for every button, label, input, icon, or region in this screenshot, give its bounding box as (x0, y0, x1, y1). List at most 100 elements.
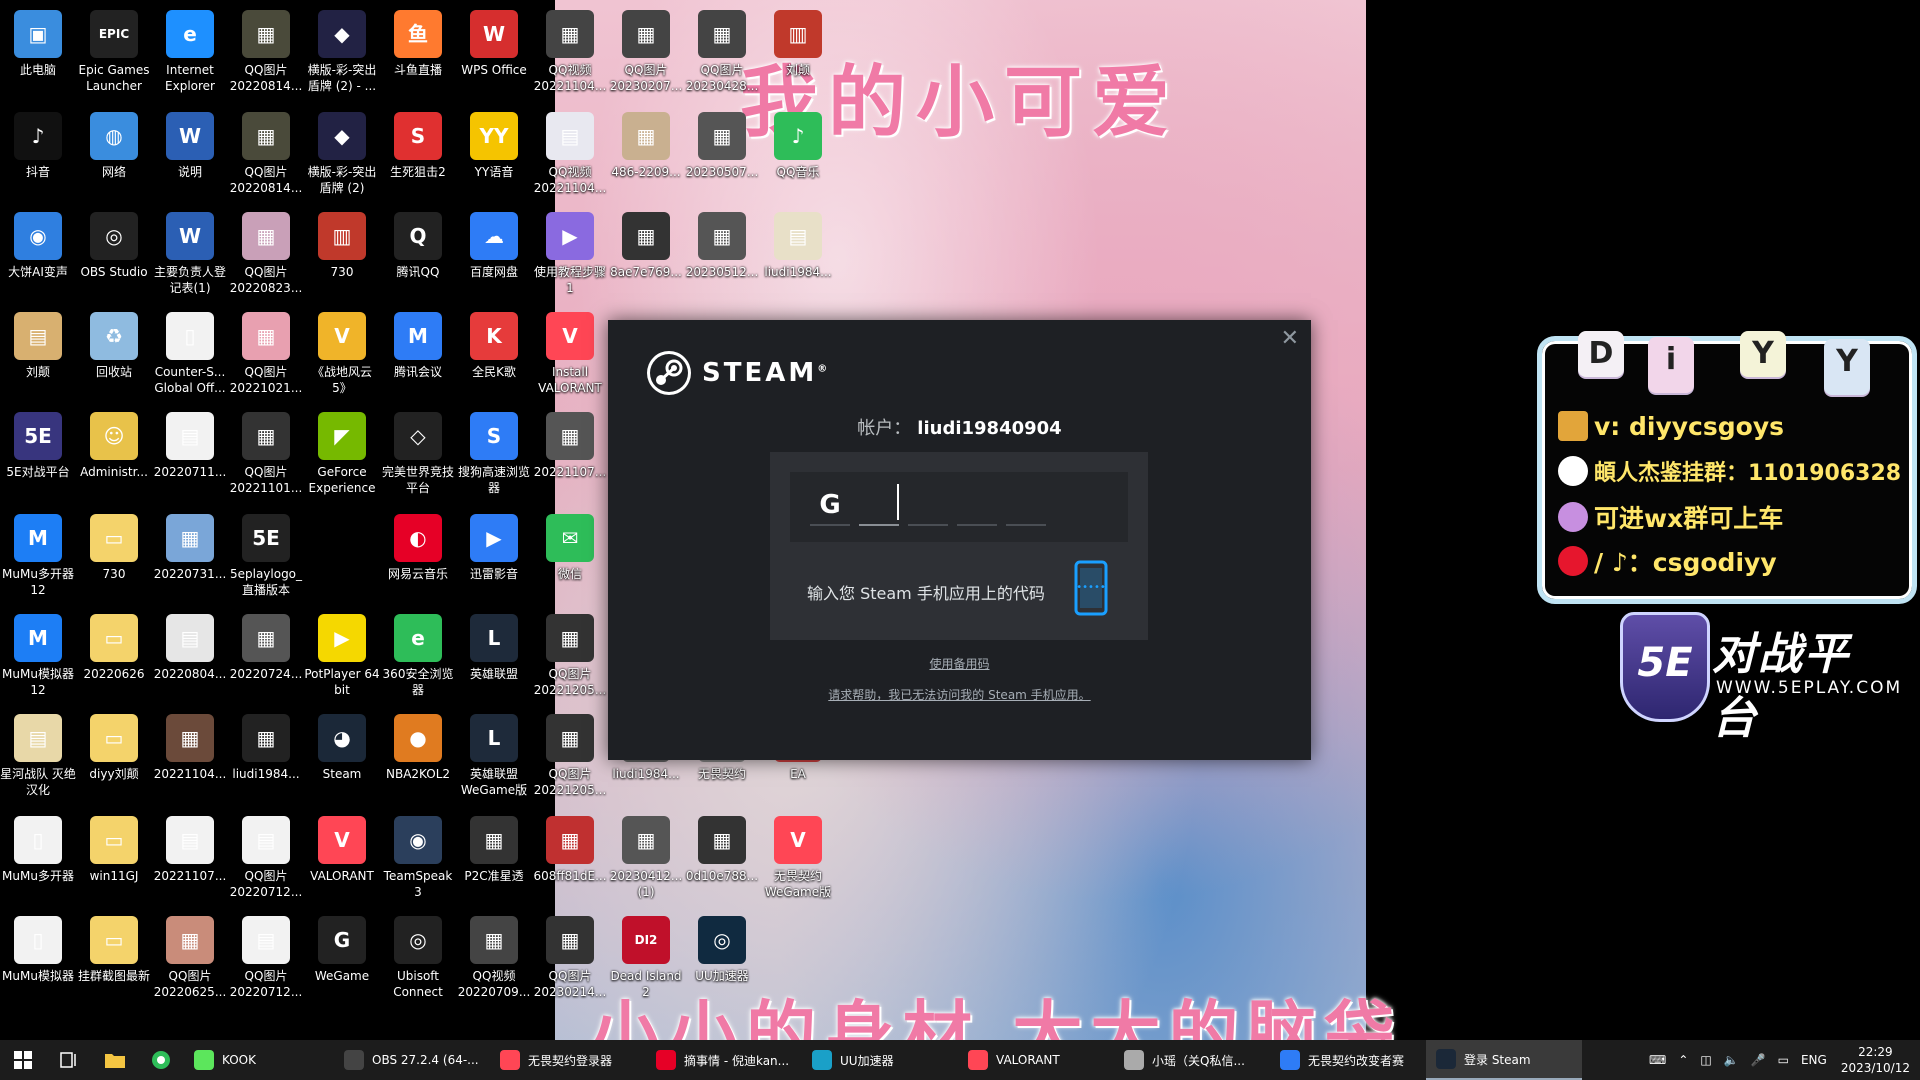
desktop-icon[interactable]: ▤ QQ图片 20220712... (228, 914, 304, 1000)
desktop-icon[interactable]: ▦ 8ae7e769... (608, 210, 684, 280)
desktop-icon[interactable]: ▤ QQ图片 20220712... (228, 814, 304, 900)
desktop-icon[interactable]: ▭ win11GJ (76, 814, 152, 884)
taskbar-app[interactable]: KOOK (184, 1040, 334, 1080)
desktop-icon[interactable]: ▦ 0d10e788... (684, 814, 760, 884)
desktop-icon[interactable]: ♪ 抖音 (0, 110, 76, 180)
desktop-icon[interactable]: ▦ QQ图片 20221205... (532, 612, 608, 698)
code-input-box[interactable]: G (790, 472, 1128, 542)
desktop-icon[interactable]: M MuMu模拟器12 (0, 612, 76, 698)
desktop-icon[interactable]: ▦ 20221104... (152, 712, 228, 782)
desktop-icon[interactable]: ▭ 挂群截图最新 (76, 914, 152, 984)
desktop-icon[interactable]: ▭ diyy刘颠 (76, 712, 152, 782)
desktop-icon[interactable]: ▦ QQ图片 20220625... (152, 914, 228, 1000)
desktop-icon[interactable]: V Install VALORANT (532, 310, 608, 396)
desktop-icon[interactable]: ▶ 迅雷影音 (456, 512, 532, 582)
desktop-icon[interactable]: ◎ UU加速器 (684, 914, 760, 984)
desktop-icon[interactable]: ▶ PotPlayer 64 bit (304, 612, 380, 698)
desktop-icon[interactable]: ◤ GeForce Experience (304, 410, 380, 496)
code-digit-2[interactable] (859, 486, 899, 526)
request-help-link[interactable]: 请求帮助，我已无法访问我的 Steam 手机应用。 (608, 686, 1311, 703)
desktop-icon[interactable]: M 腾讯会议 (380, 310, 456, 380)
desktop-icon[interactable]: ☁ 百度网盘 (456, 210, 532, 280)
desktop-icon[interactable]: ▯ Counter-S... Global Off... (152, 310, 228, 396)
desktop-icon[interactable]: ▤ 20221107... (152, 814, 228, 884)
taskbar-app[interactable]: VALORANT (958, 1040, 1114, 1080)
desktop-icon[interactable]: 鱼斗鱼直播 (380, 8, 456, 78)
desktop-icon[interactable]: ◆ 横版-彩-突出盾牌 (2) - ... (304, 8, 380, 94)
taskbar-app[interactable]: 登录 Steam (1426, 1040, 1582, 1080)
code-digit-4[interactable] (957, 486, 997, 526)
desktop-icon[interactable]: ▦ QQ图片 20221205... (532, 712, 608, 798)
desktop-icon[interactable]: ♻ 回收站 (76, 310, 152, 380)
desktop-icon[interactable]: ▦ QQ图片 20230207... (608, 8, 684, 94)
desktop-icon[interactable]: ▭ 730 (76, 512, 152, 582)
desktop-icon[interactable]: ◍ 网络 (76, 110, 152, 180)
desktop-icon[interactable]: ◐ 网易云音乐 (380, 512, 456, 582)
clock[interactable]: 22:29 2023/10/12 (1841, 1044, 1910, 1076)
desktop-icon[interactable]: ▦ QQ视频 20221104... (532, 8, 608, 94)
desktop-icon[interactable]: ◇ 完美世界竞技平台 (380, 410, 456, 496)
taskbar-app[interactable]: 无畏契约登录器 (490, 1040, 646, 1080)
volume-icon[interactable]: 🔈 (1724, 1053, 1739, 1067)
desktop-icon[interactable]: ▦ 608ff81dE... (532, 814, 608, 884)
desktop-icon[interactable]: 5E 5eplaylogo_直播版本 (228, 512, 304, 598)
desktop-icon[interactable]: ▦ 20230507... (684, 110, 760, 180)
desktop-icon[interactable]: ▭ 20220626 (76, 612, 152, 682)
desktop-icon[interactable]: 5E 5E对战平台 (0, 410, 76, 480)
desktop-icon[interactable]: ▦ 20230412... (1) (608, 814, 684, 900)
desktop-icon[interactable]: ◉ 大饼AI变声 (0, 210, 76, 280)
taskbar-app[interactable]: OBS 27.2.4 (64-... (334, 1040, 490, 1080)
desktop-icon[interactable]: ▤ 刘颠 (0, 310, 76, 380)
taskbar-app[interactable]: 无畏契约改变者赛 (1270, 1040, 1426, 1080)
desktop-icon[interactable]: ▦ 20230512... (684, 210, 760, 280)
use-backup-code-link[interactable]: 使用备用码 (608, 655, 1311, 672)
desktop-icon[interactable]: V 无畏契约 WeGame版 (760, 814, 836, 900)
desktop-icon[interactable]: L 英雄联盟 (456, 612, 532, 682)
desktop-icon[interactable]: ☺ Administr... (76, 410, 152, 480)
desktop-icon[interactable]: Q 腾讯QQ (380, 210, 456, 280)
desktop-icon[interactable]: ▤ QQ视频 20221104... (532, 110, 608, 196)
desktop-icon[interactable]: ▦ 20220724... (228, 612, 304, 682)
desktop-icon[interactable]: ♪ QQ音乐 (760, 110, 836, 180)
desktop-icon[interactable]: ▦ liudi1984... (228, 712, 304, 782)
desktop-icon[interactable]: ▦ 20221107... (532, 410, 608, 480)
taskbar-app[interactable]: 小瑶（关Q私信... (1114, 1040, 1270, 1080)
desktop-icon[interactable]: EPIC Epic Games Launcher (76, 8, 152, 94)
desktop-icon[interactable]: ▥ 730 (304, 210, 380, 280)
desktop-icon[interactable]: ▦ QQ图片 20220823... (228, 210, 304, 296)
network-icon[interactable]: ◫ (1700, 1053, 1711, 1067)
display-icon[interactable]: ▭ (1778, 1053, 1789, 1067)
desktop-icon[interactable]: ● NBA2KOL2 (380, 712, 456, 782)
desktop-icon[interactable]: W WPS Office (456, 8, 532, 78)
desktop-icon[interactable]: ▦ QQ图片 20230214... (532, 914, 608, 1000)
desktop-icon[interactable]: G WeGame (304, 914, 380, 984)
desktop-icon[interactable]: ▦ QQ图片 20220814... (228, 110, 304, 196)
desktop-icon[interactable]: ▤ 20220804... (152, 612, 228, 682)
desktop-icon[interactable]: ✉ 微信 (532, 512, 608, 582)
desktop-icon[interactable]: ▤ liudi1984... (760, 210, 836, 280)
desktop-icon[interactable]: ▥ 刘颠 (760, 8, 836, 78)
desktop-icon[interactable]: S 生死狙击2 (380, 110, 456, 180)
desktop-icon[interactable]: M MuMu多开器12 (0, 512, 76, 598)
chevron-up-icon[interactable]: ⌃ (1678, 1053, 1688, 1067)
desktop-icon[interactable]: YY YY语音 (456, 110, 532, 180)
keyboard-icon[interactable]: ⌨ (1649, 1053, 1666, 1067)
desktop-icon[interactable]: ◆ 横版-彩-突出盾牌 (2) (304, 110, 380, 196)
task-view-button[interactable] (46, 1040, 92, 1080)
taskbar-app[interactable]: UU加速器 (802, 1040, 958, 1080)
browser-button[interactable] (138, 1040, 184, 1080)
desktop-icon[interactable]: ▦ QQ图片 20230428... (684, 8, 760, 94)
desktop-icon[interactable]: ▤ 20220711... (152, 410, 228, 480)
desktop-icon[interactable]: ▦ 486-2209... (608, 110, 684, 180)
desktop-icon[interactable]: V 《战地风云 5》 (304, 310, 380, 396)
desktop-icon[interactable]: e Internet Explorer (152, 8, 228, 94)
desktop-icon[interactable]: ▤ 星河战队 灭绝汉化 (0, 712, 76, 798)
desktop-icon[interactable]: ▦ QQ图片 20220814... (228, 8, 304, 94)
code-digit-1[interactable]: G (810, 486, 850, 526)
desktop-icon[interactable]: DI2 Dead Island 2 (608, 914, 684, 1000)
desktop-icon[interactable]: ▦ QQ图片 20221101... (228, 410, 304, 496)
desktop-icon[interactable]: ▦ 20220731... (152, 512, 228, 582)
language-indicator[interactable]: ENG (1801, 1053, 1827, 1067)
code-digit-3[interactable] (908, 486, 948, 526)
desktop-icon[interactable]: S 搜狗高速浏览器 (456, 410, 532, 496)
